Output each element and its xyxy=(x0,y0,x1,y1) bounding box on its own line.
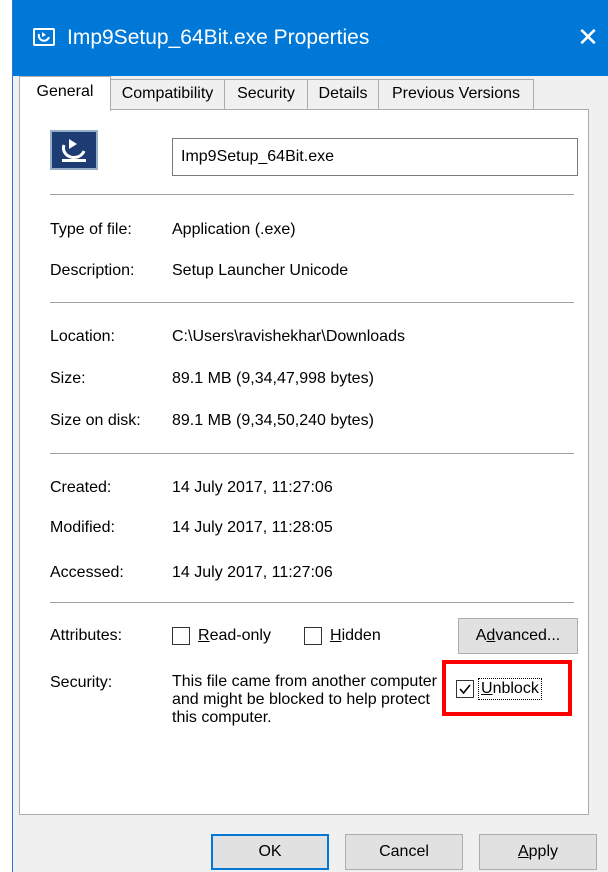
tab-bar: General Compatibility Security Details P… xyxy=(13,76,608,111)
tab-compatibility[interactable]: Compatibility xyxy=(110,79,225,109)
created-value: 14 July 2017, 11:27:06 xyxy=(172,479,333,496)
attributes-label: Attributes: xyxy=(50,627,123,644)
separator xyxy=(50,602,574,603)
security-label: Security: xyxy=(50,674,113,691)
description-label: Description: xyxy=(50,262,135,279)
file-type-icon xyxy=(50,130,98,170)
checkmark-icon xyxy=(459,684,471,695)
hidden-label: Hidden xyxy=(330,627,381,644)
modified-value: 14 July 2017, 11:28:05 xyxy=(172,519,333,536)
general-panel: Type of file: Application (.exe) Descrip… xyxy=(19,109,589,815)
file-name-input[interactable] xyxy=(172,138,578,176)
window-title: Imp9Setup_64Bit.exe Properties xyxy=(67,26,370,49)
separator xyxy=(50,302,574,303)
cancel-button[interactable]: Cancel xyxy=(345,834,463,870)
advanced-button[interactable]: Advanced... xyxy=(458,618,578,654)
size-label: Size: xyxy=(50,370,86,387)
size-value: 89.1 MB (9,34,47,998 bytes) xyxy=(172,370,374,387)
hidden-box[interactable] xyxy=(304,627,322,645)
tab-previous-versions[interactable]: Previous Versions xyxy=(378,79,534,109)
location-label: Location: xyxy=(50,328,115,345)
size-on-disk-label: Size on disk: xyxy=(50,412,141,429)
modified-label: Modified: xyxy=(50,519,115,536)
security-warning-text: This file came from another computer and… xyxy=(172,673,437,726)
created-label: Created: xyxy=(50,479,112,496)
unblock-label: Unblock xyxy=(478,678,542,700)
separator xyxy=(50,194,574,195)
accessed-value: 14 July 2017, 11:27:06 xyxy=(172,564,333,581)
tab-general[interactable]: General xyxy=(19,76,111,111)
read-only-box[interactable] xyxy=(172,627,190,645)
ok-button[interactable]: OK xyxy=(211,834,329,870)
tab-details[interactable]: Details xyxy=(307,79,379,109)
accessed-label: Accessed: xyxy=(50,564,124,581)
properties-dialog: Imp9Setup_64Bit.exe Properties ✕ General… xyxy=(12,0,608,872)
title-bar[interactable]: Imp9Setup_64Bit.exe Properties ✕ xyxy=(13,0,608,76)
unblock-box[interactable] xyxy=(456,680,474,698)
type-of-file-label: Type of file: xyxy=(50,221,132,238)
tab-security[interactable]: Security xyxy=(224,79,308,109)
type-of-file-value: Application (.exe) xyxy=(172,221,296,238)
location-value: C:\Users\ravishekhar\Downloads xyxy=(172,328,405,345)
size-on-disk-value: 89.1 MB (9,34,50,240 bytes) xyxy=(172,412,374,429)
description-value: Setup Launcher Unicode xyxy=(172,262,349,279)
unblock-checkbox[interactable]: Unblock xyxy=(456,678,542,700)
setup-app-icon xyxy=(33,28,55,46)
hidden-checkbox[interactable]: Hidden xyxy=(304,626,381,646)
read-only-label: Read-only xyxy=(198,627,271,644)
read-only-checkbox[interactable]: Read-only xyxy=(172,626,271,646)
close-icon[interactable]: ✕ xyxy=(573,22,603,52)
apply-button[interactable]: Apply xyxy=(479,834,597,870)
separator xyxy=(50,453,574,454)
